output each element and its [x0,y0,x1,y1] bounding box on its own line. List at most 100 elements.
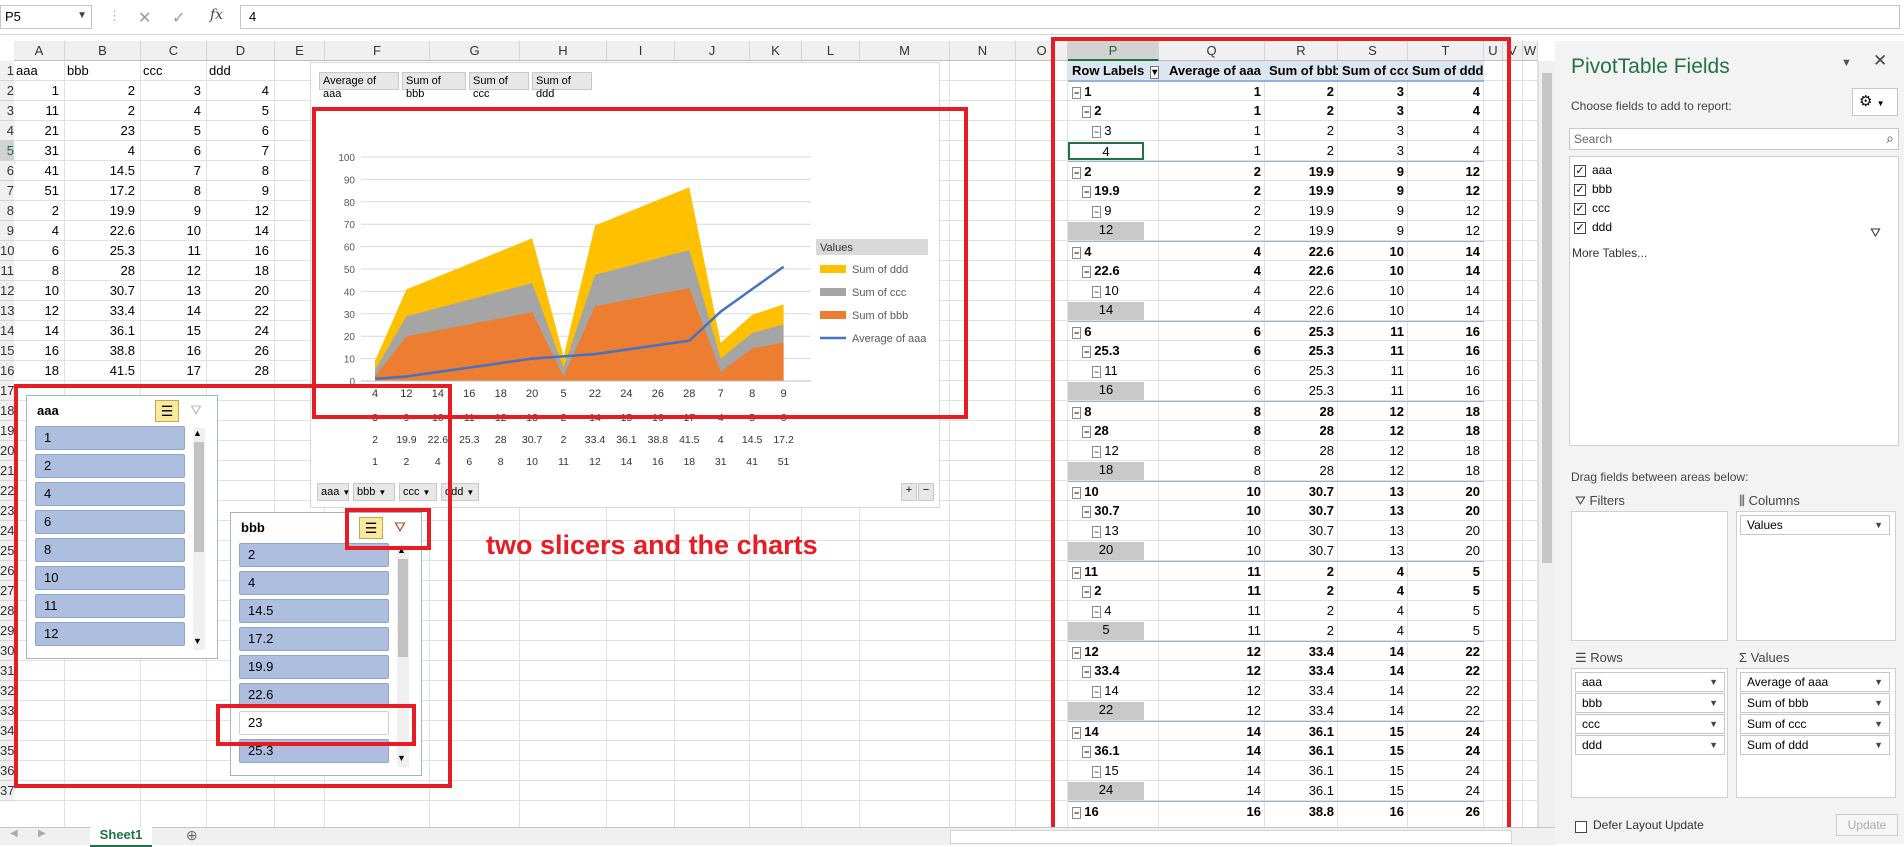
table-cell[interactable]: 15 [141,321,207,341]
row-header[interactable]: 5 [0,141,14,161]
table-cell[interactable]: 12 [141,261,207,281]
header-cell-aaa[interactable]: aaa [16,61,65,81]
row-header[interactable]: 36 [0,761,14,781]
table-cell[interactable]: 51 [14,181,65,201]
defer-checkbox[interactable] [1575,821,1587,833]
field-checkbox[interactable]: ✓ [1574,165,1586,177]
row-header[interactable]: 6 [0,161,14,181]
area-field-item[interactable]: ddd ▼ [1575,735,1725,755]
table-cell[interactable]: 12 [207,201,275,221]
table-cell[interactable]: 17 [141,361,207,381]
table-cell[interactable]: 4 [14,221,65,241]
table-cell[interactable]: 4 [65,141,141,161]
area-field-item[interactable]: Sum of bbb ▼ [1740,693,1890,713]
row-header[interactable]: 35 [0,741,14,761]
table-cell[interactable]: 2 [65,101,141,121]
area-field-item[interactable]: Values ▼ [1740,515,1890,535]
table-cell[interactable]: 22 [207,301,275,321]
table-cell[interactable]: 3 [141,81,207,101]
row-header[interactable]: 20 [0,441,14,461]
row-header[interactable]: 12 [0,281,14,301]
header-cell-ccc[interactable]: ccc [143,61,207,81]
table-cell[interactable]: 13 [141,281,207,301]
area-field-item[interactable]: Sum of ddd ▼ [1740,735,1890,755]
row-header[interactable]: 7 [0,181,14,201]
table-cell[interactable]: 36.1 [65,321,141,341]
row-header[interactable]: 3 [0,101,14,121]
table-cell[interactable]: 14 [14,321,65,341]
table-cell[interactable]: 6 [207,121,275,141]
chevron-down-icon[interactable]: ▼ [1709,673,1718,691]
name-box[interactable]: P5 ▼ [0,5,92,29]
table-cell[interactable]: 14 [141,301,207,321]
chevron-down-icon[interactable]: ▼ [1709,736,1718,754]
row-header[interactable]: 17 [0,381,14,401]
table-cell[interactable]: 12 [14,301,65,321]
filters-area[interactable] [1571,511,1728,641]
row-header[interactable]: 31 [0,661,14,681]
table-cell[interactable]: 7 [207,141,275,161]
table-cell[interactable]: 10 [14,281,65,301]
area-field-item[interactable]: Sum of ccc ▼ [1740,714,1890,734]
formula-input[interactable]: 4 [240,5,1900,29]
table-cell[interactable]: 28 [65,261,141,281]
area-field-item[interactable]: Average of aaa ▼ [1740,672,1890,692]
table-cell[interactable]: 18 [207,261,275,281]
column-header-k[interactable]: K [750,41,802,61]
table-cell[interactable]: 9 [207,181,275,201]
column-header-a[interactable]: A [14,41,65,61]
prev-sheet-icon[interactable]: ◀ [10,828,18,839]
table-cell[interactable]: 16 [141,341,207,361]
table-cell[interactable]: 9 [141,201,207,221]
field-checkbox[interactable]: ✓ [1574,203,1586,215]
field-checkbox[interactable]: ✓ [1574,222,1586,234]
table-cell[interactable]: 16 [14,341,65,361]
sheet-vertical-scrollbar[interactable] [1538,61,1556,827]
table-cell[interactable]: 11 [141,241,207,261]
table-cell[interactable]: 26 [207,341,275,361]
chevron-down-icon[interactable]: ▼ [1709,694,1718,712]
chevron-down-icon[interactable]: ▼ [1874,715,1883,733]
column-header-w[interactable]: W [1523,41,1538,61]
row-header[interactable]: 10 [0,241,14,261]
add-sheet-icon[interactable]: ⊕ [186,827,198,844]
pane-options-icon[interactable]: ▼ [1841,57,1852,69]
row-header[interactable]: 32 [0,681,14,701]
cancel-icon[interactable]: ✕ [138,8,151,28]
column-header-c[interactable]: C [141,41,207,61]
chevron-down-icon[interactable]: ▼ [1874,736,1883,754]
insert-function-icon[interactable]: fx [210,7,223,23]
chevron-down-icon[interactable]: ▼ [1709,715,1718,733]
table-cell[interactable]: 5 [141,121,207,141]
sheet-tab[interactable]: Sheet1 [90,827,152,847]
row-header[interactable]: 37 [0,781,14,801]
next-sheet-icon[interactable]: ▶ [38,828,46,839]
row-header[interactable]: 30 [0,641,14,661]
header-cell-bbb[interactable]: bbb [67,61,141,81]
row-header[interactable]: 18 [0,401,14,421]
table-cell[interactable]: 6 [141,141,207,161]
table-cell[interactable]: 8 [207,161,275,181]
row-header[interactable]: 1 [0,61,14,81]
table-cell[interactable]: 5 [207,101,275,121]
table-cell[interactable]: 24 [207,321,275,341]
table-cell[interactable]: 11 [14,101,65,121]
row-header[interactable]: 25 [0,541,14,561]
table-cell[interactable]: 25.3 [65,241,141,261]
chevron-down-icon[interactable]: ▼ [1874,673,1883,691]
scroll-thumb[interactable] [1542,73,1552,563]
row-header[interactable]: 15 [0,341,14,361]
row-header[interactable]: 24 [0,521,14,541]
table-cell[interactable]: 2 [65,81,141,101]
row-header[interactable]: 19 [0,421,14,441]
row-header[interactable]: 23 [0,501,14,521]
table-cell[interactable]: 22.6 [65,221,141,241]
column-header-m[interactable]: M [860,41,950,61]
column-header-g[interactable]: G [430,41,520,61]
table-cell[interactable]: 28 [207,361,275,381]
area-field-item[interactable]: ccc ▼ [1575,714,1725,734]
area-field-item[interactable]: aaa ▼ [1575,672,1725,692]
column-header-b[interactable]: B [65,41,141,61]
table-cell[interactable]: 21 [14,121,65,141]
search-input[interactable]: Search ⌕ [1569,128,1899,150]
